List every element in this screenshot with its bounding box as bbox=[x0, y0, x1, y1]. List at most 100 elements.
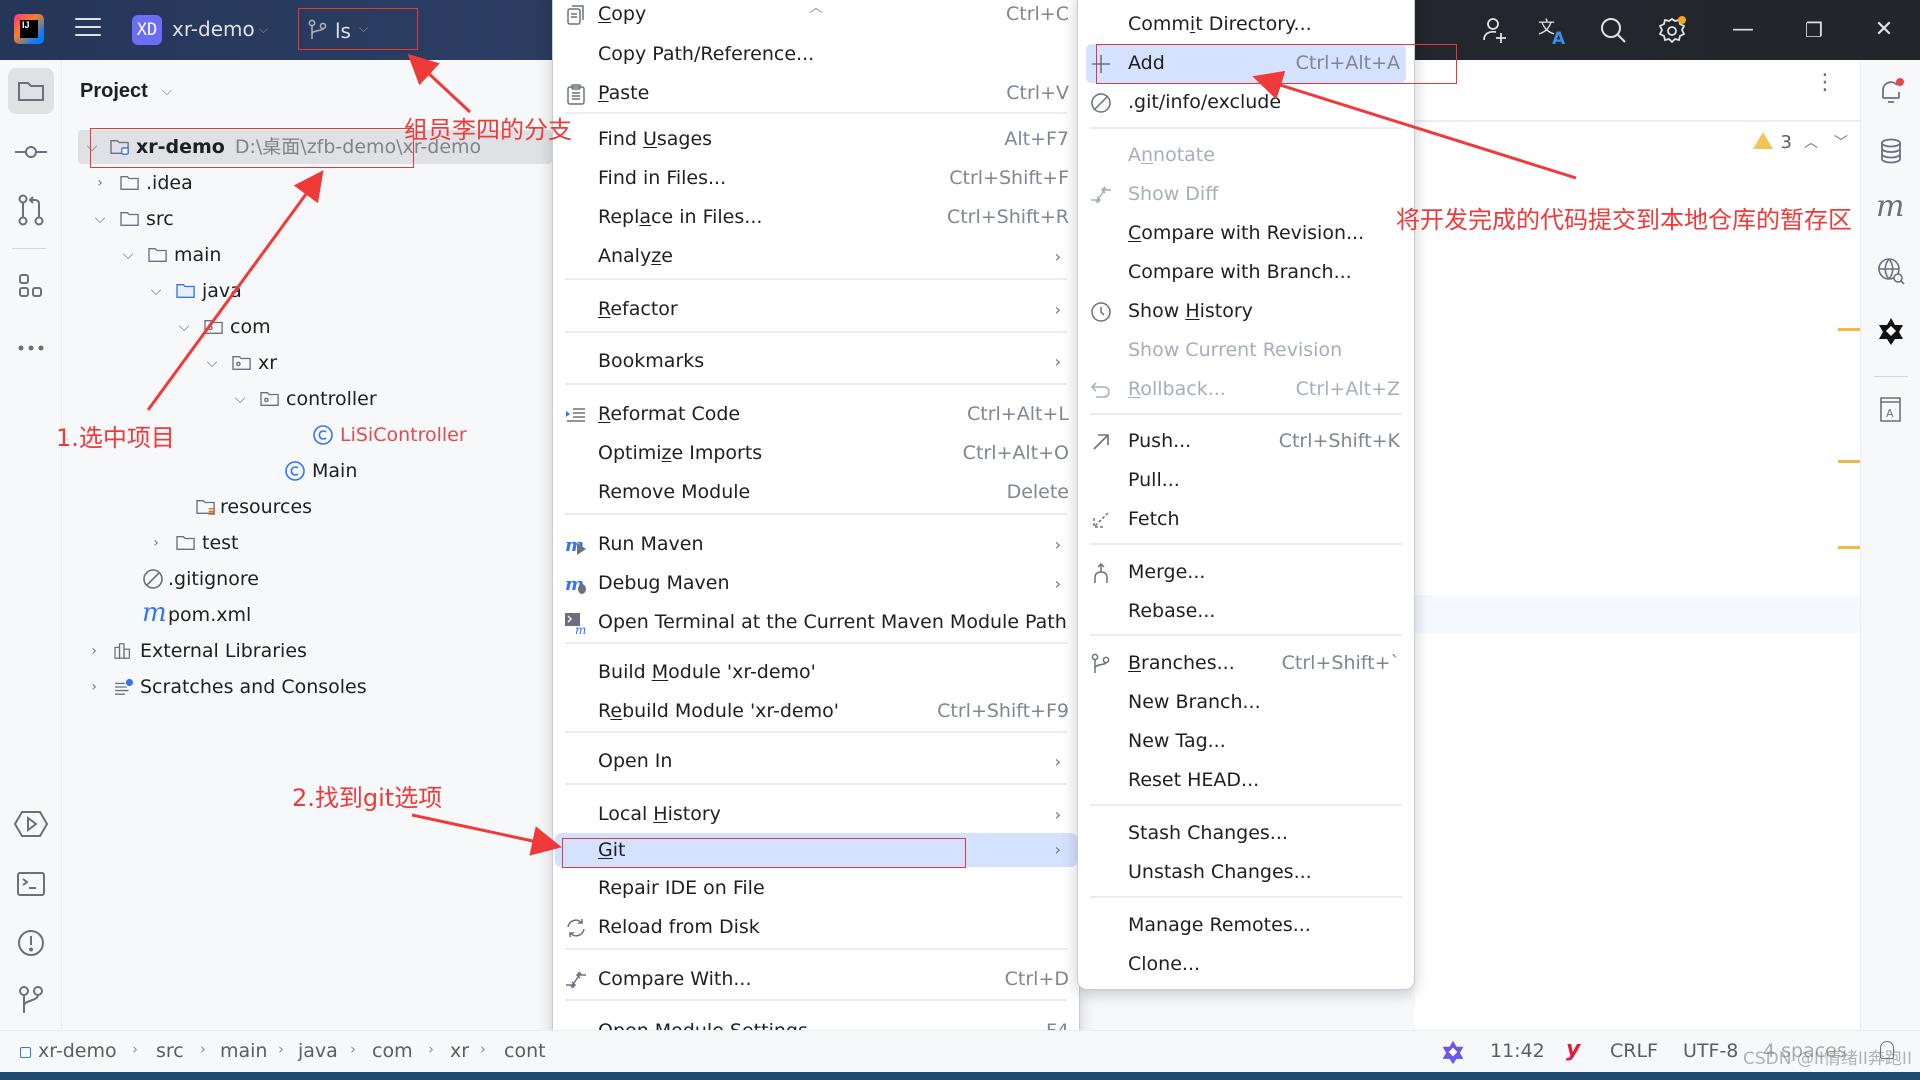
git-item-new-branch[interactable]: New Branch... bbox=[1086, 683, 1406, 722]
dictionary-icon[interactable]: A bbox=[1876, 394, 1906, 424]
caret-position[interactable]: 11:42 bbox=[1490, 1040, 1545, 1062]
search-icon[interactable] bbox=[1598, 15, 1628, 45]
git-item-pull[interactable]: Pull... bbox=[1086, 461, 1406, 500]
git-item-commit-directory[interactable]: Commit Directory... bbox=[1086, 5, 1406, 44]
project-badge[interactable]: XD bbox=[132, 15, 162, 45]
more-options-icon[interactable]: ⋮ bbox=[1814, 72, 1836, 94]
git-item-clone[interactable]: Clone... bbox=[1086, 945, 1406, 984]
menu-item-build-module[interactable]: Build Module 'xr-demo' bbox=[561, 653, 1071, 692]
breadcrumb-item[interactable]: xr-demo bbox=[38, 1040, 117, 1062]
menu-item-run-maven[interactable]: m Run Maven › bbox=[561, 525, 1071, 564]
menu-item-optimize-imports[interactable]: Optimize Imports Ctrl+Alt+O bbox=[561, 434, 1071, 473]
breadcrumb-item[interactable]: main bbox=[220, 1040, 267, 1062]
menu-item-rebuild-module[interactable]: Rebuild Module 'xr-demo' Ctrl+Shift+F9 bbox=[561, 692, 1071, 731]
ai-assistant-icon[interactable] bbox=[1876, 316, 1906, 346]
pull-requests-tool-button[interactable] bbox=[11, 190, 51, 230]
chevron-right-icon: › bbox=[1054, 300, 1061, 319]
database-icon[interactable] bbox=[1876, 136, 1906, 166]
git-item-compare-revision[interactable]: Compare with Revision... bbox=[1086, 214, 1406, 253]
tree-label: xr bbox=[258, 352, 278, 374]
git-item-merge[interactable]: Merge... bbox=[1086, 553, 1406, 592]
git-item-unstash-changes[interactable]: Unstash Changes... bbox=[1086, 853, 1406, 892]
previous-problem-button[interactable]: ︿ bbox=[1804, 132, 1818, 152]
git-item-reset-head[interactable]: Reset HEAD... bbox=[1086, 761, 1406, 800]
breadcrumb-item[interactable]: cont bbox=[504, 1040, 546, 1062]
git-item-stash-changes[interactable]: Stash Changes... bbox=[1086, 814, 1406, 853]
git-item-branches[interactable]: Branches... Ctrl+Shift+` bbox=[1086, 644, 1406, 683]
structure-tool-button[interactable] bbox=[11, 266, 51, 306]
line-separator[interactable]: CRLF bbox=[1610, 1040, 1658, 1062]
project-tool-button[interactable] bbox=[8, 68, 54, 114]
menu-item-open-in[interactable]: Open In › bbox=[561, 742, 1071, 781]
inspection-widget[interactable]: 3 bbox=[1752, 132, 1792, 153]
git-item-git-info-exclude[interactable]: .git/info/exclude bbox=[1086, 83, 1406, 122]
warning-stripe-marker[interactable] bbox=[1838, 546, 1860, 549]
settings-icon[interactable] bbox=[1658, 15, 1688, 45]
menu-separator bbox=[565, 112, 1067, 114]
next-problem-button[interactable]: ﹀ bbox=[1834, 132, 1848, 152]
menu-item-local-history[interactable]: Local History › bbox=[561, 795, 1071, 834]
menu-item-replace-in-files[interactable]: Replace in Files... Ctrl+Shift+R bbox=[561, 198, 1071, 237]
add-user-icon[interactable] bbox=[1480, 15, 1510, 45]
plugin-status-icon[interactable]: y bbox=[1566, 1037, 1580, 1062]
git-item-add[interactable]: Add Ctrl+Alt+A bbox=[1086, 44, 1406, 83]
main-menu-button[interactable] bbox=[75, 18, 101, 40]
branch-widget[interactable]: ls ⌵ bbox=[298, 8, 418, 50]
close-button[interactable]: ✕ bbox=[1866, 12, 1902, 48]
git-item-push[interactable]: Push... Ctrl+Shift+K bbox=[1086, 422, 1406, 461]
menu-item-reload-from-disk[interactable]: Reload from Disk bbox=[561, 908, 1071, 947]
git-item-manage-remotes[interactable]: Manage Remotes... bbox=[1086, 906, 1406, 945]
scroll-up-icon[interactable]: ︿ bbox=[809, 0, 823, 17]
breadcrumb-separator: › bbox=[350, 1040, 356, 1058]
breadcrumb-item[interactable]: src bbox=[156, 1040, 184, 1062]
git-tool-button[interactable] bbox=[11, 980, 51, 1020]
warning-stripe-marker[interactable] bbox=[1838, 460, 1860, 463]
breadcrumb-item[interactable]: java bbox=[298, 1040, 338, 1062]
menu-item-bookmarks[interactable]: Bookmarks › bbox=[561, 342, 1071, 381]
maven-icon[interactable]: m bbox=[1876, 192, 1906, 222]
reformat-icon bbox=[566, 408, 585, 422]
right-tool-strip: m A bbox=[1860, 60, 1920, 1030]
menu-item-repair-ide[interactable]: Repair IDE on File bbox=[561, 869, 1071, 908]
commit-tool-button[interactable] bbox=[11, 132, 51, 172]
menu-item-paste[interactable]: Paste Ctrl+V bbox=[561, 74, 1071, 113]
notifications-icon[interactable] bbox=[1876, 76, 1906, 106]
menu-item-open-terminal-maven[interactable]: m Open Terminal at the Current Maven Mod… bbox=[561, 603, 1071, 642]
restore-button[interactable]: ❐ bbox=[1796, 12, 1832, 48]
project-name-dropdown[interactable]: xr-demo bbox=[172, 17, 255, 41]
package-icon bbox=[232, 356, 251, 370]
menu-item-compare-with[interactable]: Compare With... Ctrl+D bbox=[561, 960, 1071, 999]
menu-item-git[interactable]: Git › bbox=[555, 833, 1077, 867]
menu-item-find-usages[interactable]: Find Usages Alt+F7 bbox=[561, 120, 1071, 159]
menu-item-copy-path[interactable]: Copy Path/Reference... bbox=[561, 35, 1071, 74]
more-tools-button[interactable] bbox=[11, 328, 51, 368]
menu-item-analyze[interactable]: Analyze › bbox=[561, 237, 1071, 276]
breadcrumb-separator: › bbox=[278, 1040, 284, 1058]
git-item-new-tag[interactable]: New Tag... bbox=[1086, 722, 1406, 761]
breadcrumb-item[interactable]: com bbox=[372, 1040, 413, 1062]
menu-item-debug-maven[interactable]: m Debug Maven › bbox=[561, 564, 1071, 603]
chevron-right-icon: › bbox=[1054, 574, 1061, 593]
tree-label: External Libraries bbox=[140, 640, 307, 662]
ai-assistant-status-icon[interactable] bbox=[1440, 1039, 1466, 1065]
project-panel-title[interactable]: Project bbox=[80, 80, 148, 103]
git-submenu: Commit Directory... Add Ctrl+Alt+A .git/i… bbox=[1077, 0, 1415, 990]
translate-icon[interactable]: 文 A bbox=[1538, 15, 1568, 45]
menu-item-remove-module[interactable]: Remove Module Delete bbox=[561, 473, 1071, 512]
web-search-icon[interactable] bbox=[1876, 256, 1906, 286]
git-item-rebase[interactable]: Rebase... bbox=[1086, 592, 1406, 631]
breadcrumb-item[interactable]: xr bbox=[450, 1040, 469, 1062]
terminal-tool-button[interactable] bbox=[11, 864, 51, 904]
menu-item-reformat-code[interactable]: Reformat Code Ctrl+Alt+L bbox=[561, 395, 1071, 434]
minimize-button[interactable]: — bbox=[1725, 12, 1761, 48]
menu-item-refactor[interactable]: Refactor › bbox=[561, 290, 1071, 329]
file-encoding[interactable]: UTF-8 bbox=[1683, 1040, 1738, 1062]
menu-item-find-in-files[interactable]: Find in Files... Ctrl+Shift+F bbox=[561, 159, 1071, 198]
git-item-show-history[interactable]: Show History bbox=[1086, 292, 1406, 331]
warning-stripe-marker[interactable] bbox=[1838, 328, 1860, 331]
plus-icon bbox=[1092, 55, 1110, 73]
run-tool-button[interactable] bbox=[11, 804, 51, 844]
problems-tool-button[interactable] bbox=[11, 923, 51, 963]
git-item-compare-branch[interactable]: Compare with Branch... bbox=[1086, 253, 1406, 292]
git-item-fetch[interactable]: Fetch bbox=[1086, 500, 1406, 539]
